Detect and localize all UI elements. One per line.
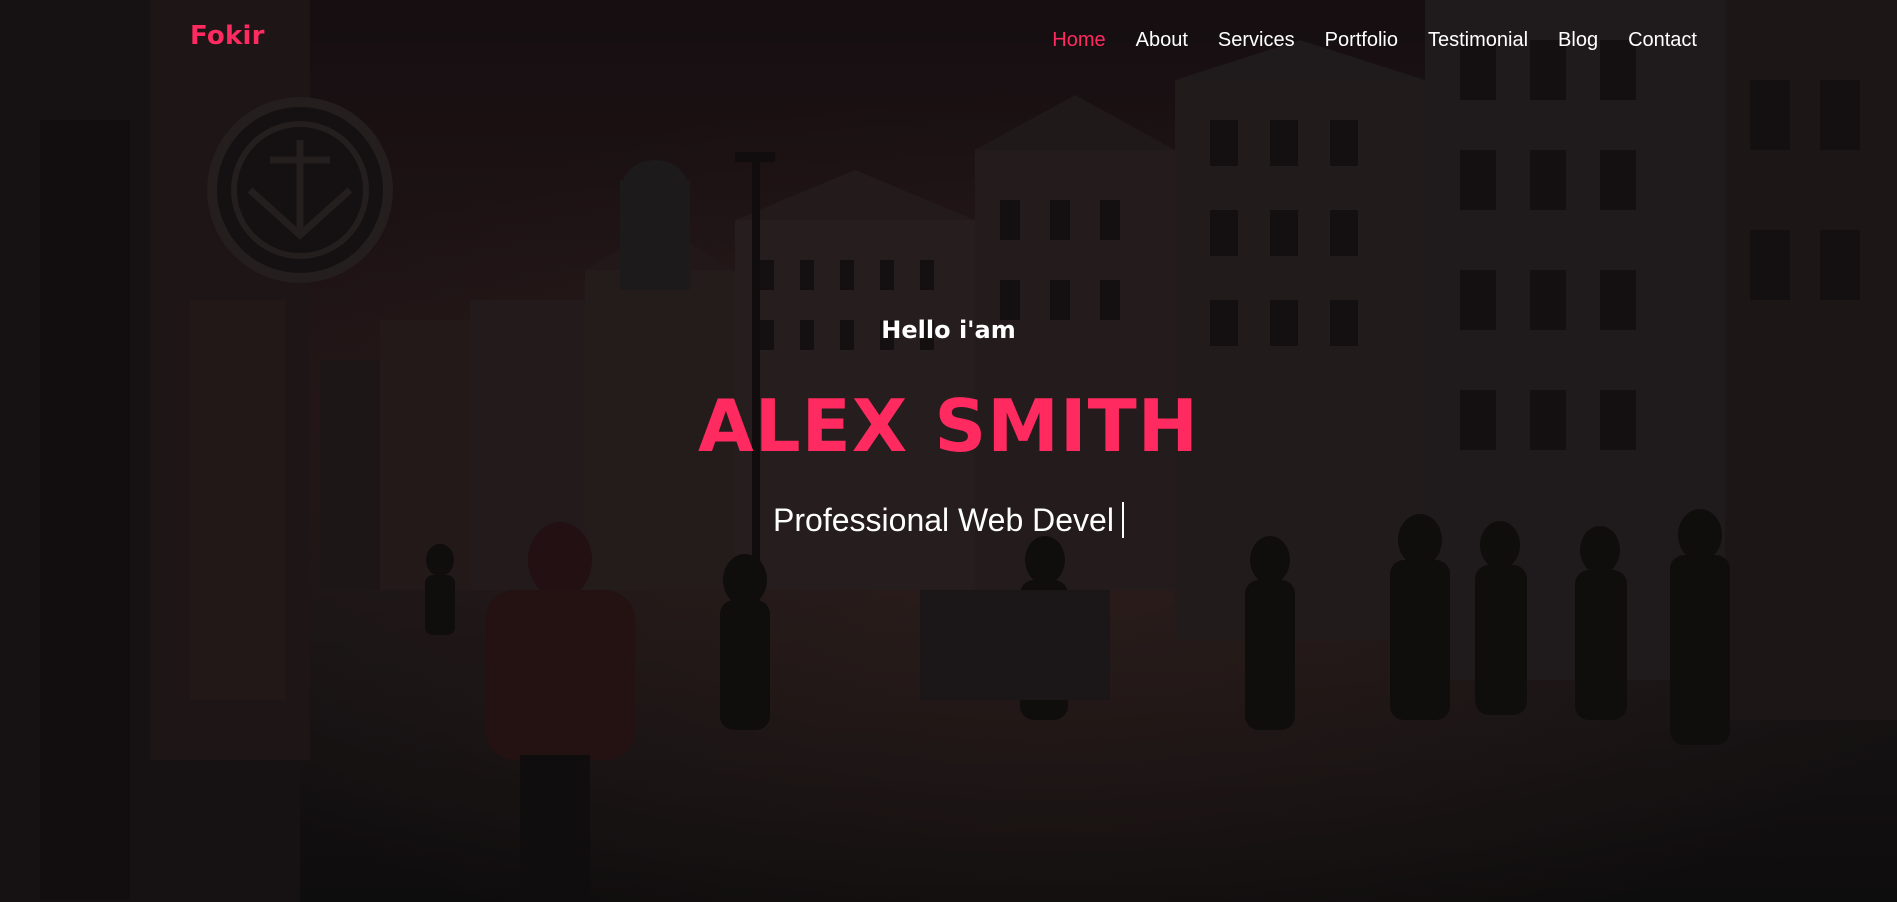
nav-item-home: Home <box>1052 28 1105 52</box>
typed-text: Professional Web Devel <box>773 502 1114 538</box>
nav-item-portfolio: Portfolio <box>1325 28 1398 52</box>
nav-link-home[interactable]: Home <box>1052 29 1105 51</box>
hero-typed-line: Professional Web Devel <box>0 502 1897 539</box>
nav-item-services: Services <box>1218 28 1295 52</box>
brand-logo[interactable]: Fokir <box>190 21 265 51</box>
nav-menu: Home About Services Portfolio Testimonia… <box>1022 28 1697 52</box>
hero-greeting: Hello i'am <box>881 316 1016 344</box>
hero-name: ALEX SMITH <box>697 384 1200 468</box>
nav-link-portfolio[interactable]: Portfolio <box>1325 29 1398 51</box>
nav-item-blog: Blog <box>1558 28 1598 52</box>
nav-link-blog[interactable]: Blog <box>1558 29 1598 51</box>
nav-item-about: About <box>1136 28 1188 52</box>
nav-item-testimonial: Testimonial <box>1428 28 1528 52</box>
nav-link-testimonial[interactable]: Testimonial <box>1428 29 1528 51</box>
nav-link-services[interactable]: Services <box>1218 29 1295 51</box>
top-navbar: Fokir Home About Services Portfolio Test… <box>0 0 1897 80</box>
typing-cursor <box>1121 502 1124 538</box>
nav-link-about[interactable]: About <box>1136 29 1188 51</box>
hero-section: Fokir Home About Services Portfolio Test… <box>0 0 1897 902</box>
nav-link-contact[interactable]: Contact <box>1628 29 1697 51</box>
nav-item-contact: Contact <box>1628 28 1697 52</box>
